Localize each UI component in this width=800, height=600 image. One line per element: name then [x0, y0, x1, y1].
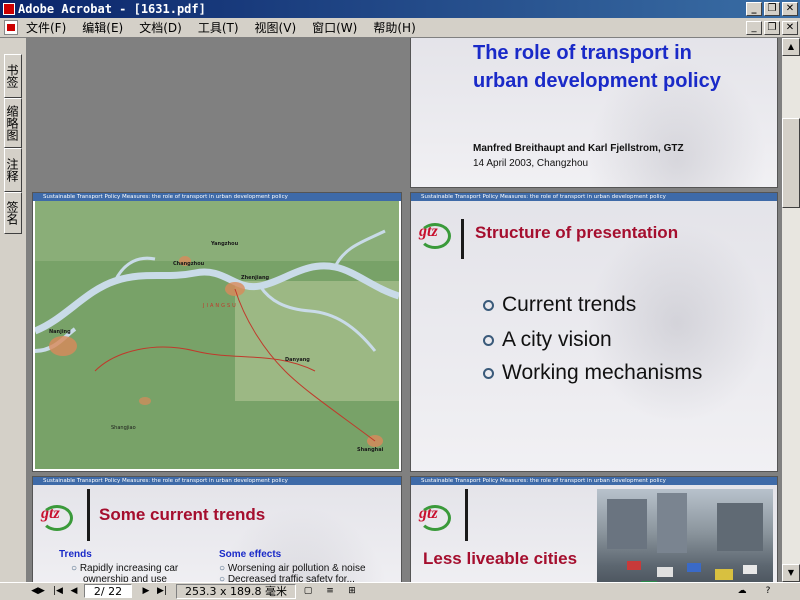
menu-document[interactable]: 文档(D)	[139, 18, 182, 38]
gtz-logo-text: gtz	[419, 505, 438, 522]
bullet-city-vision: A city vision	[483, 328, 612, 352]
bullet-text: A city vision	[502, 328, 612, 351]
previous-page-button[interactable]: ◀	[66, 584, 82, 599]
bullet-text: Working mechanisms	[502, 361, 703, 384]
tab-bookmarks[interactable]: 书签	[4, 54, 22, 98]
slide-title: Structure of presentation	[475, 223, 679, 242]
bullet-working-mechanisms: Working mechanisms	[483, 361, 702, 385]
map-label-zhenjiang: Zhenjiang	[241, 275, 270, 281]
next-page-button[interactable]: ▶	[138, 584, 154, 599]
bullet-marker	[483, 299, 494, 311]
window-title: Adobe Acrobat - [1631.pdf]	[18, 2, 206, 16]
slide-authors: Manfred Breithaupt and Karl Fjellstrom, …	[473, 143, 684, 154]
slide-title-line-2: urban development policy	[473, 70, 721, 92]
menu-window[interactable]: 窗口(W)	[312, 18, 357, 38]
effects-heading: Some effects	[219, 549, 282, 560]
trends-item: ○ Rapidly increasing car	[71, 563, 179, 574]
traffic-photo	[597, 489, 773, 582]
document-icon[interactable]	[4, 20, 18, 35]
doc-close-button[interactable]: ✕	[782, 21, 798, 35]
menu-edit[interactable]: 编辑(E)	[82, 18, 123, 38]
effects-column: Some effects ○ Worsening air pollution &…	[219, 549, 366, 582]
slide-current-trends[interactable]: Sustainable Transport Policy Measures: t…	[32, 476, 402, 582]
slide-title-page[interactable]: The role of transport in urban developme…	[410, 38, 778, 188]
slide-structure[interactable]: Sustainable Transport Policy Measures: t…	[410, 192, 778, 472]
doc-minimize-button[interactable]: _	[746, 21, 762, 35]
map-label-shanghai: Shanghai	[357, 447, 384, 453]
slide-map[interactable]: Sustainable Transport Policy Measures: t…	[32, 192, 402, 472]
scroll-up-button[interactable]: ▲	[782, 38, 800, 56]
page-number-field[interactable]: 2/ 22	[84, 584, 132, 598]
status-bar: ◀▶ |◀ ◀ 2/ 22 ▶ ▶| 253.3 x 189.8 毫米 ▢ ≡ …	[0, 582, 800, 600]
close-button[interactable]: ✕	[782, 2, 798, 16]
window-title-bar: Adobe Acrobat - [1631.pdf] _ ❐ ✕	[0, 0, 800, 18]
slide-liveable-cities[interactable]: Sustainable Transport Policy Measures: t…	[410, 476, 778, 582]
map-label-shangjiao: Shangjiao	[111, 425, 136, 431]
title-separator	[461, 219, 464, 259]
map-label-nanjing: Nanjing	[49, 329, 71, 335]
map-label-danyang: Danyang	[285, 357, 310, 363]
navigation-tabs: 书签 缩略图 注释 签名	[0, 38, 24, 582]
map-label-yangzhou: Yangzhou	[211, 241, 239, 247]
slide-header: Sustainable Transport Policy Measures: t…	[411, 477, 777, 485]
doc-restore-button[interactable]: ❐	[764, 21, 780, 35]
trends-column: Trends ○ Rapidly increasing car ownershi…	[59, 549, 178, 582]
gtz-logo: gtz	[419, 505, 453, 531]
acrobat-app-icon[interactable]	[3, 3, 15, 15]
slide-title: Some current trends	[99, 505, 266, 524]
tab-thumbnails[interactable]: 缩略图	[4, 98, 22, 148]
continuous-page-icon[interactable]: ≡	[322, 584, 338, 599]
document-view[interactable]: The role of transport in urban developme…	[26, 38, 782, 582]
bullet-marker	[483, 334, 494, 346]
scroll-thumb[interactable]	[782, 118, 800, 208]
effects-item: ○ Worsening air pollution & noise	[219, 563, 366, 574]
menu-tools[interactable]: 工具(T)	[198, 18, 239, 38]
page-size-display: 253.3 x 189.8 毫米	[176, 584, 296, 599]
bullet-marker	[483, 367, 494, 379]
slide-title-line-1: The role of transport in	[473, 42, 692, 64]
gtz-logo-text: gtz	[41, 505, 60, 522]
menu-view[interactable]: 视图(V)	[255, 18, 297, 38]
effects-item: ○ Decreased traffic safety for...	[219, 574, 355, 582]
bullet-current-trends: Current trends	[483, 293, 636, 317]
first-page-button[interactable]: |◀	[50, 584, 66, 599]
region-map: Nanjing Zhenjiang Yangzhou Danyang Chang…	[35, 201, 399, 469]
page-layout-icon[interactable]: ◀▶	[30, 584, 46, 599]
tab-signatures[interactable]: 签名	[4, 192, 22, 234]
trends-item-cont: ownership and use	[83, 574, 167, 582]
gtz-logo: gtz	[419, 223, 453, 249]
vertical-scrollbar[interactable]: ▲ ▼	[782, 38, 800, 582]
minimize-button[interactable]: _	[746, 2, 762, 16]
cloud-icon[interactable]: ☁	[734, 584, 750, 599]
gtz-logo: gtz	[41, 505, 75, 531]
single-page-icon[interactable]: ▢	[300, 584, 316, 599]
slide-header: Sustainable Transport Policy Measures: t…	[33, 477, 401, 485]
gtz-logo-text: gtz	[419, 223, 438, 240]
facing-pages-icon[interactable]: ⊞	[344, 584, 360, 599]
tab-comments[interactable]: 注释	[4, 148, 22, 192]
slide-title: Less liveable cities	[423, 549, 578, 568]
trends-heading: Trends	[59, 549, 92, 560]
map-label-changzhou: Changzhou	[173, 261, 205, 267]
menu-bar: 文件(F) 编辑(E) 文档(D) 工具(T) 视图(V) 窗口(W) 帮助(H…	[0, 18, 800, 38]
restore-button[interactable]: ❐	[764, 2, 780, 16]
map-label-jiangsu: JIANGSU	[203, 303, 238, 309]
title-separator	[87, 489, 90, 541]
slide-header: Sustainable Transport Policy Measures: t…	[411, 193, 777, 201]
title-separator	[465, 489, 468, 541]
menu-file[interactable]: 文件(F)	[26, 18, 66, 38]
last-page-button[interactable]: ▶|	[154, 584, 170, 599]
help-icon[interactable]: ?	[760, 584, 776, 599]
scroll-down-button[interactable]: ▼	[782, 564, 800, 582]
slide-date: 14 April 2003, Changzhou	[473, 158, 589, 169]
menu-help[interactable]: 帮助(H)	[373, 18, 415, 38]
bullet-text: Current trends	[502, 293, 637, 316]
slide-header: Sustainable Transport Policy Measures: t…	[33, 193, 401, 201]
